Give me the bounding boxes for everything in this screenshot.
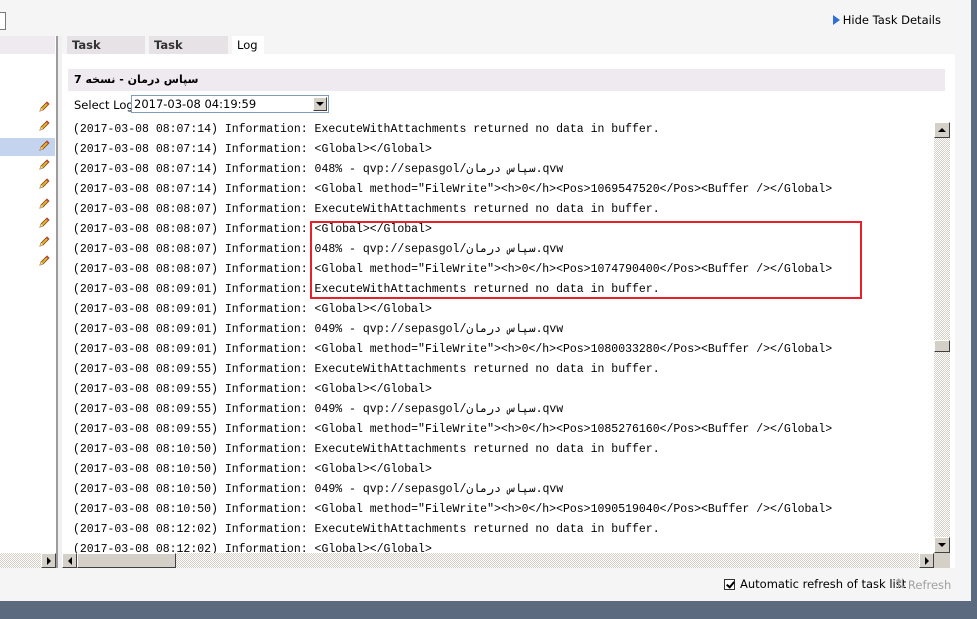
log-line: (2017-03-08 08:07:14) Information: 048% … (73, 163, 564, 176)
log-line: (2017-03-08 08:09:01) Information: 049% … (73, 323, 564, 336)
task-row[interactable] (0, 157, 55, 175)
task-row[interactable] (0, 253, 55, 271)
tab-task-details[interactable]: Task Details (67, 36, 145, 70)
arrow-right-icon (46, 556, 51, 565)
pencil-icon[interactable] (38, 159, 50, 171)
task-row[interactable] (0, 234, 55, 252)
scroll-right-button[interactable] (919, 553, 934, 568)
chevron-down-icon (316, 102, 324, 106)
task-title: سپاس درمان - نسخه 7 (68, 69, 945, 91)
pencil-icon[interactable] (38, 120, 50, 132)
refresh-icon: ⇅ (895, 577, 906, 592)
select-log-label: Select Log: (74, 98, 138, 112)
log-line: (2017-03-08 08:10:50) Information: <Glob… (73, 463, 432, 476)
log-horizontal-scrollbar[interactable] (62, 553, 934, 568)
task-row[interactable] (0, 215, 55, 233)
log-line: (2017-03-08 08:09:01) Information: Execu… (73, 283, 660, 296)
pencil-icon[interactable] (38, 197, 50, 210)
task-row[interactable] (0, 176, 55, 194)
arrow-up-icon (938, 128, 946, 132)
arrow-right-icon (832, 15, 840, 25)
dropdown-button[interactable] (313, 97, 327, 111)
log-line: (2017-03-08 08:07:14) Information: <Glob… (73, 183, 833, 196)
log-line: (2017-03-08 08:09:55) Information: <Glob… (73, 423, 833, 436)
select-log-dropdown[interactable]: 2017-03-08 04:19:59 (131, 95, 329, 113)
task-row[interactable] (0, 196, 55, 214)
checkbox-checked[interactable] (724, 578, 735, 590)
pencil-icon[interactable] (38, 217, 50, 229)
log-line: (2017-03-08 08:09:55) Information: Execu… (73, 363, 660, 376)
log-line: (2017-03-08 08:12:02) Information: Execu… (73, 523, 660, 536)
tab-log[interactable]: Log (232, 36, 264, 54)
log-line: (2017-03-08 08:12:02) Information: <Glob… (73, 543, 432, 553)
task-list-horizontal-scrollbar[interactable] (0, 553, 56, 568)
auto-refresh-checkbox[interactable]: Automatic refresh of task list (724, 577, 906, 591)
pencil-icon[interactable] (38, 178, 50, 190)
vertical-scroll-thumb[interactable] (934, 340, 950, 352)
tab-task-history[interactable]: Task History (149, 36, 228, 70)
log-line: (2017-03-08 08:09:01) Information: <Glob… (73, 303, 432, 316)
log-line: (2017-03-08 08:08:07) Information: 048% … (73, 243, 564, 256)
scroll-down-button[interactable] (934, 537, 950, 553)
arrow-down-icon (938, 543, 946, 547)
task-window: Hide Task Details Task Details Task Hist… (0, 0, 971, 601)
task-list-header (0, 36, 55, 54)
log-text-area[interactable]: (2017-03-08 08:07:14) Information: Execu… (68, 122, 934, 553)
scroll-up-button[interactable] (934, 122, 950, 138)
log-line: (2017-03-08 08:10:50) Information: <Glob… (73, 503, 833, 516)
pencil-icon[interactable] (38, 236, 50, 248)
scroll-right-button[interactable] (41, 553, 56, 568)
task-row[interactable] (0, 99, 55, 117)
left-filter-input[interactable] (0, 12, 6, 30)
hide-task-details-link[interactable]: Hide Task Details (832, 13, 941, 27)
log-line: (2017-03-08 08:10:50) Information: 049% … (73, 483, 564, 496)
log-line: (2017-03-08 08:08:07) Information: <Glob… (73, 223, 432, 236)
select-log-value: 2017-03-08 04:19:59 (134, 97, 257, 111)
log-vertical-scrollbar[interactable] (934, 122, 950, 553)
log-line: (2017-03-08 08:08:07) Information: Execu… (73, 203, 660, 216)
arrow-right-icon (924, 556, 929, 565)
arrow-left-icon (67, 556, 72, 565)
log-line: (2017-03-08 08:09:55) Information: <Glob… (73, 383, 432, 396)
horizontal-scroll-thumb[interactable] (77, 553, 176, 568)
log-line: (2017-03-08 08:10:50) Information: Execu… (73, 443, 660, 456)
pencil-icon[interactable] (38, 255, 50, 267)
scrollbar-corner (934, 553, 950, 568)
auto-refresh-label: Automatic refresh of task list (740, 577, 907, 591)
log-line: (2017-03-08 08:07:14) Information: Execu… (73, 123, 660, 136)
task-list-panel (0, 36, 56, 568)
pencil-icon[interactable] (38, 101, 50, 113)
scroll-left-button[interactable] (62, 553, 77, 568)
log-line: (2017-03-08 08:09:55) Information: 049% … (73, 403, 564, 416)
hide-task-details-label: Hide Task Details (842, 13, 941, 27)
task-row[interactable] (0, 137, 55, 156)
task-row[interactable] (0, 118, 55, 136)
log-line: (2017-03-08 08:09:01) Information: <Glob… (73, 343, 833, 356)
refresh-button[interactable]: ⇅ Refresh (895, 577, 951, 592)
refresh-label: Refresh (907, 577, 952, 592)
log-panel: سپاس درمان - نسخه 7 Select Log: 2017-03-… (62, 54, 955, 568)
pencil-icon[interactable] (38, 140, 50, 152)
log-line: (2017-03-08 08:07:14) Information: <Glob… (73, 143, 432, 156)
log-line: (2017-03-08 08:08:07) Information: <Glob… (73, 263, 833, 276)
